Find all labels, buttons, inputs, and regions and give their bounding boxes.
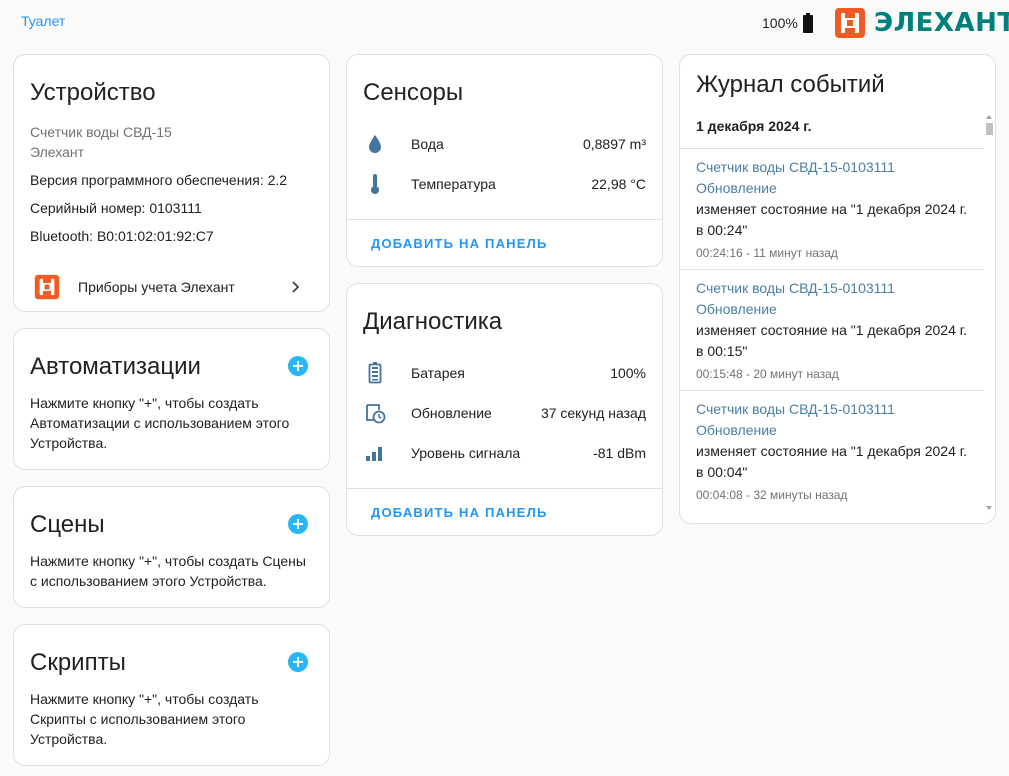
- diagnostics-card: Диагностика Батарея 100% Обновление 37 с…: [346, 283, 663, 536]
- logbook-time[interactable]: 00:04:08 - 32 минуты назад: [696, 486, 968, 504]
- logbook-title: Журнал событий: [696, 71, 885, 98]
- automations-card: Автоматизации Нажмите кнопку "+", чтобы …: [13, 328, 330, 470]
- chevron-right-icon: [292, 281, 300, 293]
- diagnostic-value: 100%: [610, 365, 646, 381]
- water-drop-icon: [363, 132, 387, 156]
- scenes-card: Сцены Нажмите кнопку "+", чтобы создать …: [13, 486, 330, 608]
- diagnostic-value: 37 секунд назад: [540, 405, 646, 421]
- battery-status: 100%: [762, 13, 813, 33]
- signal-icon: [363, 441, 387, 465]
- logbook-entity-link[interactable]: Счетчик воды СВД-15-0103111 Обновление: [696, 399, 968, 441]
- add-scene-button[interactable]: [288, 514, 308, 534]
- diagnostic-label: Обновление: [411, 405, 492, 421]
- logbook-entry: Счетчик воды СВД-15-0103111 Обновление и…: [680, 269, 984, 383]
- serial-number: Серийный номер: 0103111: [30, 200, 202, 216]
- device-manufacturer: Элехант: [30, 144, 85, 160]
- clock-update-icon: [363, 401, 387, 425]
- scripts-description: Нажмите кнопку "+", чтобы создать Скрипт…: [30, 691, 259, 747]
- logo-text: ЭЛЕХАНТ: [874, 8, 1009, 38]
- device-info-card: Устройство Счетчик воды СВД-15 Элехант В…: [13, 54, 330, 312]
- diagnostics-add-to-dashboard-button[interactable]: ДОБАВИТЬ НА ПАНЕЛЬ: [371, 505, 547, 520]
- logbook-message: изменяет состояние на "1 декабря 2024 г.…: [696, 443, 968, 480]
- logbook-entry: Счетчик воды СВД-15-0103111 Обновление и…: [680, 148, 984, 262]
- sensor-label: Температура: [411, 176, 496, 192]
- integration-link[interactable]: Приборы учета Элехант: [30, 273, 313, 301]
- sensors-add-to-dashboard-button[interactable]: ДОБАВИТЬ НА ПАНЕЛЬ: [371, 236, 547, 251]
- device-model: Счетчик воды СВД-15: [30, 124, 172, 140]
- scenes-title: Сцены: [30, 511, 105, 538]
- scroll-down-arrow-icon[interactable]: [986, 506, 992, 510]
- integration-label: Приборы учета Элехант: [78, 279, 235, 295]
- logbook-time[interactable]: 00:15:48 - 20 минут назад: [696, 365, 968, 383]
- diagnostics-title: Диагностика: [363, 308, 503, 335]
- diagnostic-value: -81 dBm: [593, 445, 646, 461]
- scroll-up-arrow-icon[interactable]: [986, 115, 992, 119]
- elehant-integration-icon: [34, 274, 60, 300]
- device-card-title: Устройство: [30, 79, 156, 106]
- breadcrumb-area[interactable]: Туалет: [21, 13, 65, 29]
- sensor-label: Вода: [411, 136, 444, 152]
- sensor-row-water[interactable]: Вода 0,8897 m³: [363, 124, 646, 164]
- diagnostic-label: Батарея: [411, 365, 465, 381]
- automations-title: Автоматизации: [30, 353, 201, 380]
- logbook-time[interactable]: 00:24:16 - 11 минут назад: [696, 244, 968, 262]
- thermometer-icon: [363, 172, 387, 196]
- battery-icon: [363, 361, 387, 385]
- logbook-entity-link[interactable]: Счетчик воды СВД-15-0103111 Обновление: [696, 157, 968, 199]
- add-script-button[interactable]: [288, 652, 308, 672]
- logbook-date-header: 1 декабря 2024 г.: [696, 118, 812, 134]
- bluetooth-address: Bluetooth: B0:01:02:01:92:C7: [30, 228, 214, 244]
- logbook-message: изменяет состояние на "1 декабря 2024 г.…: [696, 201, 968, 238]
- diagnostic-row-signal[interactable]: Уровень сигнала -81 dBm: [363, 433, 646, 473]
- logbook-scrollbar[interactable]: [985, 115, 993, 510]
- logbook-entry: Счетчик воды СВД-15-0103111 Обновление и…: [680, 390, 984, 504]
- elehant-logo-icon: [835, 8, 865, 38]
- scroll-thumb[interactable]: [986, 123, 993, 135]
- sensor-value: 0,8897 m³: [582, 136, 646, 152]
- logbook-card: Журнал событий 1 декабря 2024 г. Счетчик…: [679, 54, 996, 524]
- automations-description: Нажмите кнопку "+", чтобы создать Автома…: [30, 395, 290, 451]
- sensors-card: Сенсоры Вода 0,8897 m³ Температура 22,98…: [346, 54, 663, 267]
- add-automation-button[interactable]: [288, 356, 308, 376]
- diagnostic-label: Уровень сигнала: [411, 445, 521, 461]
- sensor-value: 22,98 °C: [591, 176, 646, 192]
- sensors-title: Сенсоры: [363, 79, 464, 106]
- scripts-card: Скрипты Нажмите кнопку "+", чтобы создат…: [13, 624, 330, 766]
- battery-level-text: 100%: [762, 15, 798, 31]
- logbook-message: изменяет состояние на "1 декабря 2024 г.…: [696, 322, 968, 359]
- divider: [347, 219, 662, 220]
- diagnostic-row-update[interactable]: Обновление 37 секунд назад: [363, 393, 646, 433]
- elehant-logo: ЭЛЕХАНТ: [834, 7, 1009, 39]
- firmware-version: Версия программного обеспечения: 2.2: [30, 172, 288, 188]
- logbook-entity-link[interactable]: Счетчик воды СВД-15-0103111 Обновление: [696, 278, 968, 320]
- scenes-description: Нажмите кнопку "+", чтобы создать Сцены …: [30, 553, 306, 589]
- top-bar: Туалет 100% ЭЛЕХАНТ: [0, 0, 1009, 46]
- scripts-title: Скрипты: [30, 649, 126, 676]
- divider: [347, 488, 662, 489]
- diagnostic-row-battery[interactable]: Батарея 100%: [363, 353, 646, 393]
- sensor-row-temperature[interactable]: Температура 22,98 °C: [363, 164, 646, 204]
- battery-full-icon: [802, 13, 813, 33]
